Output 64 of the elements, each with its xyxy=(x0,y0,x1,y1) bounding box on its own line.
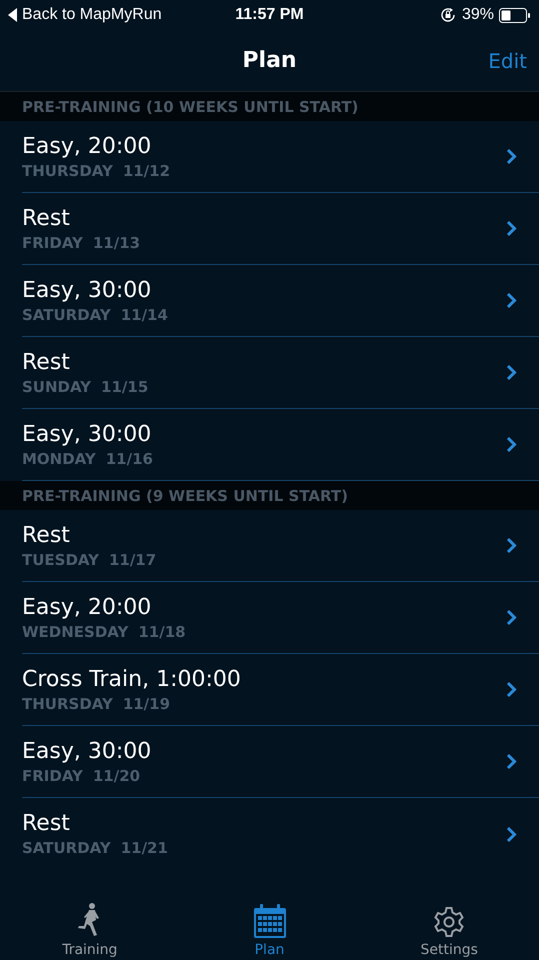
workout-date: 11/19 xyxy=(122,694,170,712)
workout-day: THURSDAY xyxy=(22,694,113,712)
chevron-icon xyxy=(506,753,517,770)
workout-day: THURSDAY xyxy=(22,162,113,180)
workout-row[interactable]: Rest SUNDAY 11/15 xyxy=(22,337,539,409)
tab-bar-item[interactable]: Plan xyxy=(180,888,360,960)
workout-name: Rest xyxy=(22,811,71,836)
workout-name: Easy, 20:00 xyxy=(22,134,152,158)
chevron-icon xyxy=(506,436,517,453)
settings-icon xyxy=(433,906,466,938)
rotation-lock-icon xyxy=(438,6,457,24)
workout-name: Rest xyxy=(22,350,71,374)
chevron-icon xyxy=(506,537,517,554)
edit-button[interactable]: Edit xyxy=(488,48,527,72)
battery-percent: 39% xyxy=(462,6,494,24)
workout-name: Easy, 30:00 xyxy=(22,738,152,764)
back-icon[interactable] xyxy=(8,8,17,22)
workout-day: MONDAY xyxy=(22,450,96,468)
workout-row[interactable]: Rest TUESDAY 11/17 xyxy=(22,510,539,582)
workout-row[interactable]: Easy, 30:00 FRIDAY 11/20 xyxy=(22,726,539,798)
chevron-icon xyxy=(506,609,517,626)
workout-date: 11/17 xyxy=(108,550,156,568)
workout-date: 11/16 xyxy=(106,450,153,468)
tab-bar-item[interactable]: Training xyxy=(0,888,180,960)
section-title: PRE-TRAINING (9 WEEKS UNTIL START) xyxy=(22,486,348,504)
workout-date: 11/14 xyxy=(120,306,168,324)
workout-day: FRIDAY xyxy=(22,766,83,784)
workout-row[interactable]: Cross Train, 1:00:00 THURSDAY 11/19 xyxy=(22,654,539,726)
workout-day: FRIDAY xyxy=(22,234,83,252)
status-time: 11:57 PM xyxy=(235,6,304,24)
workout-day: SATURDAY xyxy=(22,306,111,324)
workout-row[interactable]: Rest SATURDAY 11/21 xyxy=(22,798,539,870)
workout-date: 11/21 xyxy=(120,839,168,857)
workout-date: 11/15 xyxy=(101,378,148,396)
workout-name: Easy, 30:00 xyxy=(22,422,152,446)
workout-date: 11/20 xyxy=(92,766,140,784)
workout-date: 11/13 xyxy=(92,234,140,252)
workout-name: Easy, 20:00 xyxy=(22,594,152,620)
workout-day: SUNDAY xyxy=(22,378,92,396)
chevron-icon xyxy=(506,220,517,237)
back-link[interactable]: Back to MapMyRun xyxy=(22,6,162,24)
workout-name: Cross Train, 1:00:00 xyxy=(22,666,241,692)
workout-row[interactable]: Rest FRIDAY 11/13 xyxy=(22,193,539,265)
screen-title: Plan xyxy=(242,48,297,73)
chevron-icon xyxy=(506,148,517,165)
chevron-icon xyxy=(506,681,517,698)
calendar-icon xyxy=(254,904,286,938)
chevron-icon xyxy=(506,292,517,309)
workout-day: SATURDAY xyxy=(22,839,111,857)
tab-bar-item[interactable]: Settings xyxy=(359,888,539,960)
section-title: PRE-TRAINING (10 WEEKS UNTIL START) xyxy=(22,98,358,116)
workout-day: TUESDAY xyxy=(22,550,99,568)
workout-row[interactable]: Easy, 20:00 WEDNESDAY 11/18 xyxy=(22,582,539,654)
chevron-icon xyxy=(506,826,517,842)
battery-icon xyxy=(499,8,531,22)
workout-row[interactable]: Easy, 30:00 SATURDAY 11/14 xyxy=(22,265,539,337)
workout-day: WEDNESDAY xyxy=(22,622,128,640)
workout-name: Rest xyxy=(22,522,71,548)
workout-date: 11/12 xyxy=(122,162,170,180)
workout-row[interactable]: Easy, 20:00 THURSDAY 11/12 xyxy=(22,121,539,193)
workout-date: 11/18 xyxy=(138,622,186,640)
workout-name: Rest xyxy=(22,206,71,230)
chevron-icon xyxy=(506,364,517,381)
workout-name: Easy, 30:00 xyxy=(22,278,152,302)
